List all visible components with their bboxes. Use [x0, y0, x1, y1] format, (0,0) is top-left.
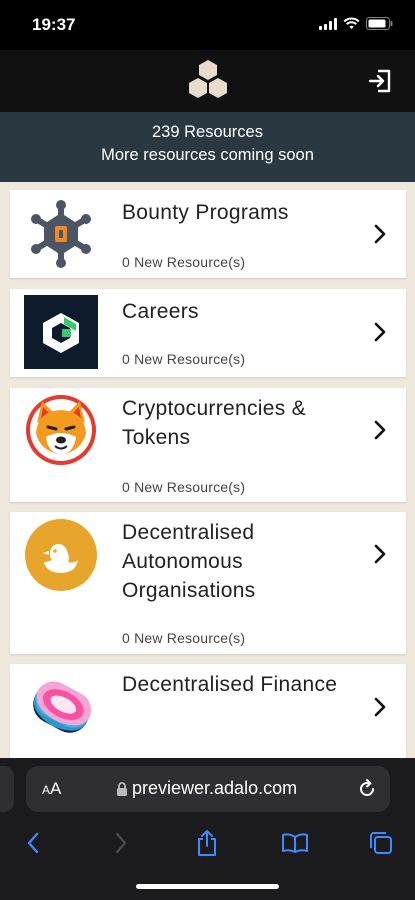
status-time: 19:37 — [32, 15, 76, 34]
card-new-count: 0 New Resource(s) — [122, 351, 246, 367]
category-card-careers[interactable]: Careers 0 New Resource(s) — [10, 289, 406, 377]
chevron-right-icon — [374, 224, 386, 244]
sushi-icon — [24, 672, 98, 746]
careers-logo-icon — [24, 295, 98, 369]
chevron-left-icon — [27, 832, 39, 854]
url-text: previewer.adalo.com — [132, 778, 298, 798]
share-icon — [198, 830, 216, 856]
category-card-daos[interactable]: Decentralised Autonomous Organisations 0… — [10, 512, 406, 654]
wifi-icon — [343, 17, 360, 29]
card-title: Bounty Programs — [122, 201, 289, 224]
card-title: Decentralised Autonomous Organisations — [122, 521, 256, 602]
card-title: Cryptocurrencies & Tokens — [122, 397, 306, 449]
resource-count: 239 Resources — [152, 123, 263, 141]
share-button[interactable] — [192, 828, 222, 858]
duck-icon — [24, 518, 98, 592]
category-list: Bounty Programs 0 New Resource(s) Career… — [0, 182, 415, 758]
app-header — [0, 50, 415, 112]
category-card-cryptocurrencies[interactable]: Cryptocurrencies & Tokens 0 New Resource… — [10, 388, 406, 502]
shiba-inu-icon — [24, 393, 98, 467]
chevron-right-icon — [374, 544, 386, 564]
tabs-button[interactable] — [366, 828, 396, 858]
hexagon-logo-icon — [189, 60, 227, 98]
chevron-right-icon — [374, 697, 386, 717]
forward-button[interactable] — [106, 828, 136, 858]
card-title: Decentralised Finance — [122, 673, 338, 696]
previous-tab-edge[interactable] — [0, 766, 14, 812]
text-size-button[interactable]: AA — [42, 779, 61, 799]
cellular-signal-icon — [319, 17, 337, 30]
sheriff-badge-icon — [24, 197, 98, 271]
card-new-count: 0 New Resource(s) — [122, 479, 246, 495]
card-new-count: 0 New Resource(s) — [122, 254, 246, 270]
category-card-bounty-programs[interactable]: Bounty Programs 0 New Resource(s) — [10, 190, 406, 278]
status-bar: 19:37 — [0, 0, 415, 50]
address-bar[interactable]: AA previewer.adalo.com — [26, 766, 390, 812]
chevron-right-icon — [115, 832, 127, 854]
lock-icon — [117, 782, 127, 796]
book-icon — [282, 833, 308, 853]
logout-button[interactable] — [365, 66, 395, 96]
chevron-right-icon — [374, 420, 386, 440]
logout-icon — [368, 69, 391, 93]
back-button[interactable] — [18, 828, 48, 858]
status-icons — [319, 17, 393, 30]
card-new-count: 0 New Resource(s) — [122, 630, 246, 646]
reload-icon[interactable] — [356, 778, 378, 800]
battery-icon — [366, 17, 393, 30]
card-title: Careers — [122, 300, 199, 323]
resources-banner: 239 Resources More resources coming soon — [0, 112, 415, 182]
browser-nav — [0, 824, 415, 864]
chevron-right-icon — [374, 322, 386, 342]
home-indicator — [136, 884, 279, 889]
tabs-icon — [370, 832, 392, 854]
bookmarks-button[interactable] — [280, 828, 310, 858]
browser-toolbar: AA previewer.adalo.com — [0, 758, 415, 900]
coming-soon-text: More resources coming soon — [101, 146, 314, 164]
category-card-defi[interactable]: Decentralised Finance — [10, 664, 406, 758]
